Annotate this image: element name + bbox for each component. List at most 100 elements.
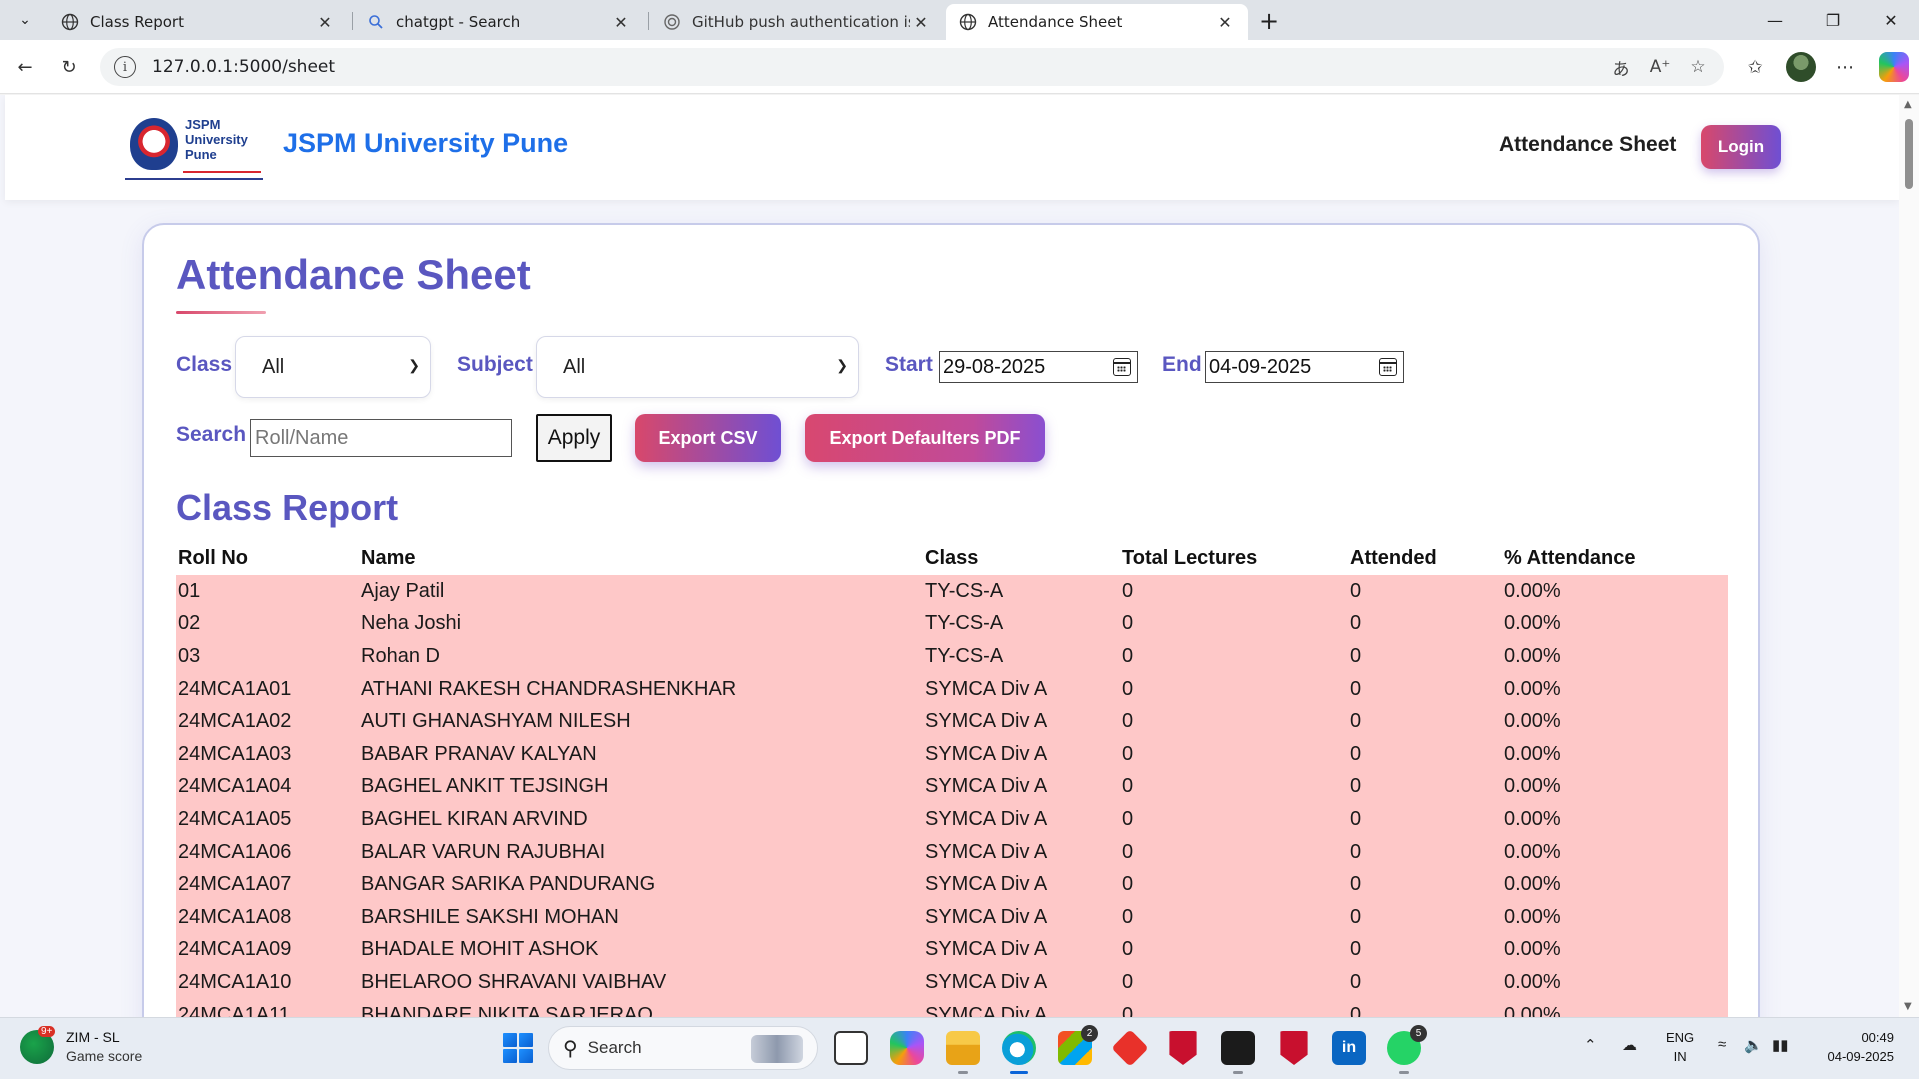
column-header[interactable]: % Attendance — [1504, 541, 1636, 575]
reload-button[interactable]: ↻ — [52, 50, 86, 84]
column-header[interactable]: Attended — [1350, 541, 1437, 575]
tab-chatgpt-search[interactable]: chatgpt - Search ✕ — [354, 4, 644, 40]
export-defaulters-pdf-button[interactable]: Export Defaulters PDF — [805, 414, 1045, 462]
url-text[interactable]: 127.0.0.1:5000/sheet — [152, 57, 335, 77]
end-date-input[interactable]: 04-09-2025 — [1205, 351, 1404, 383]
calendar-icon[interactable] — [1379, 358, 1397, 376]
column-header[interactable]: Total Lectures — [1122, 541, 1257, 575]
store-icon[interactable]: 2 — [1058, 1025, 1098, 1065]
scroll-down-icon[interactable]: ▼ — [1904, 1001, 1912, 1012]
close-window-button[interactable]: ✕ — [1863, 0, 1919, 40]
favorites-button[interactable]: ✩ — [1738, 50, 1772, 84]
back-button[interactable]: ← — [8, 50, 42, 84]
whatsapp-icon[interactable]: 5 — [1387, 1025, 1427, 1074]
table-cell: SYMCA Div A — [925, 970, 1048, 993]
tab-attendance-sheet[interactable]: Attendance Sheet ✕ — [946, 4, 1248, 40]
tab-actions-menu[interactable]: ⌄ — [8, 5, 42, 35]
table-row[interactable]: 24MCA1A02 AUTI GHANASHYAM NILESH SYMCA Div… — [176, 705, 1728, 738]
subject-select[interactable]: All ❯ — [536, 336, 859, 398]
table-row[interactable]: 24MCA1A03 BABAR PRANAV KALYAN SYMCA Div A 0… — [176, 737, 1728, 771]
close-icon[interactable]: ✕ — [910, 13, 932, 32]
scrollbar-thumb[interactable] — [1905, 119, 1913, 189]
table-row[interactable]: 02 Neha Joshi TY-CS-A 0 0 0.00% — [176, 607, 1728, 641]
search-input[interactable]: Roll/Name — [250, 419, 512, 457]
column-header[interactable]: Class — [925, 541, 978, 575]
login-button[interactable]: Login — [1701, 125, 1781, 169]
battery-icon[interactable]: ▮▮ — [1772, 1036, 1789, 1054]
system-clock[interactable]: 00:49 04-09-2025 — [1812, 1028, 1895, 1066]
close-icon[interactable]: ✕ — [610, 13, 632, 32]
table-cell: SYMCA Div A — [925, 710, 1048, 733]
wifi-icon[interactable]: ≈ — [1718, 1036, 1726, 1053]
table-cell: SYMCA Div A — [925, 775, 1048, 798]
minimize-button[interactable]: — — [1747, 0, 1803, 40]
attendance-table: Roll No Name Class Total Lectures Attend… — [176, 541, 1728, 1017]
news-widget[interactable]: 9+ ZIM - SL Game score — [20, 1026, 142, 1066]
task-view-icon[interactable] — [834, 1031, 868, 1065]
cloud-sync-icon[interactable]: ☁ — [1622, 1036, 1637, 1054]
nav-attendance-sheet[interactable]: Attendance Sheet — [1499, 133, 1676, 157]
class-select[interactable]: All ❯ — [235, 336, 431, 398]
profile-avatar[interactable] — [1786, 52, 1816, 82]
volume-icon[interactable]: 🔈 — [1744, 1036, 1763, 1054]
table-row[interactable]: 03 Rohan D TY-CS-A 0 0 0.00% — [176, 640, 1728, 673]
page-scrollbar[interactable]: ▲ ▼ — [1899, 95, 1919, 1017]
app-dark-icon[interactable] — [1221, 1031, 1255, 1074]
table-row[interactable]: 24MCA1A06 BALAR VARUN RAJUBHAI SYMCA Div A… — [176, 835, 1728, 869]
address-bar[interactable]: i 127.0.0.1:5000/sheet あ A⁺ ☆ — [100, 48, 1724, 86]
table-row[interactable]: 24MCA1A10 BHELAROO SHRAVANI VAIBHAV SYMCA … — [176, 966, 1728, 999]
column-header[interactable]: Roll No — [178, 541, 248, 575]
table-cell: 0 — [1350, 1003, 1362, 1017]
translate-icon[interactable]: あ — [1608, 54, 1634, 80]
table-row[interactable]: 24MCA1A11 BHANDARE NIKITA SARJERAO SYMCA D… — [176, 998, 1728, 1017]
class-report-title: Class Report — [176, 487, 399, 528]
restore-button[interactable]: ❐ — [1805, 0, 1861, 40]
table-row[interactable]: 24MCA1A07 BANGAR SARIKA PANDURANG SYMCA Di… — [176, 868, 1728, 901]
new-tab-button[interactable]: + — [1254, 6, 1284, 36]
close-icon[interactable]: ✕ — [314, 13, 336, 32]
table-cell: 0.00% — [1504, 905, 1561, 928]
edge-icon[interactable] — [1002, 1031, 1036, 1074]
logo-underline — [183, 171, 261, 173]
table-row[interactable]: 24MCA1A01 ATHANI RAKESH CHANDRASHENKHAR SY… — [176, 672, 1728, 706]
table-row[interactable]: 24MCA1A09 BHADALE MOHIT ASHOK SYMCA Div A 0… — [176, 933, 1728, 967]
copilot-app-icon[interactable] — [890, 1031, 924, 1065]
tab-github-push[interactable]: GitHub push authentication issue ✕ — [650, 4, 944, 40]
star-icon[interactable]: ☆ — [1685, 54, 1711, 80]
mcafee-security-icon[interactable] — [1280, 1031, 1308, 1065]
app-red-diamond-icon[interactable] — [1111, 1029, 1149, 1067]
export-csv-button[interactable]: Export CSV — [635, 414, 781, 462]
linkedin-icon[interactable]: in — [1332, 1031, 1366, 1065]
table-cell: SYMCA Div A — [925, 840, 1048, 863]
copilot-icon[interactable] — [1879, 52, 1909, 82]
restore-icon: ❐ — [1825, 10, 1841, 30]
university-logo[interactable]: JSPM University Pune — [125, 115, 263, 180]
table-row[interactable]: 24MCA1A08 BARSHILE SAKSHI MOHAN SYMCA Div … — [176, 900, 1728, 934]
tab-class-report[interactable]: Class Report ✕ — [48, 4, 348, 40]
file-explorer-icon[interactable] — [946, 1031, 980, 1074]
read-aloud-icon[interactable]: A⁺ — [1647, 54, 1673, 80]
search-icon: ⚲ — [563, 1037, 578, 1060]
mcafee-icon[interactable] — [1169, 1031, 1197, 1065]
more-menu-button[interactable]: ⋯ — [1828, 50, 1862, 84]
apply-button[interactable]: Apply — [536, 414, 612, 462]
start-button[interactable] — [503, 1033, 533, 1063]
table-cell: 0 — [1350, 905, 1362, 928]
info-icon[interactable]: i — [114, 56, 136, 78]
table-row[interactable]: 01 Ajay Patil TY-CS-A 0 0 0.00% — [176, 575, 1728, 608]
table-cell: 0.00% — [1504, 873, 1561, 896]
site-title[interactable]: JSPM University Pune — [283, 128, 568, 159]
close-icon[interactable]: ✕ — [1214, 13, 1236, 32]
start-date-input[interactable]: 29-08-2025 — [939, 351, 1138, 383]
table-row[interactable]: 24MCA1A04 BAGHEL ANKIT TEJSINGH SYMCA Div … — [176, 770, 1728, 804]
table-row[interactable]: 24MCA1A05 BAGHEL KIRAN ARVIND SYMCA Div A 0… — [176, 803, 1728, 836]
taskbar-search[interactable]: ⚲ Search — [548, 1026, 818, 1070]
university-seal-icon — [130, 118, 178, 170]
scroll-up-icon[interactable]: ▲ — [1904, 99, 1912, 110]
tab-separator — [352, 12, 353, 30]
language-indicator[interactable]: ENG IN — [1666, 1028, 1694, 1066]
chevron-up-icon[interactable]: ⌃ — [1584, 1036, 1597, 1054]
arrow-left-icon: ← — [17, 56, 33, 78]
calendar-icon[interactable] — [1113, 358, 1131, 376]
column-header[interactable]: Name — [361, 541, 415, 575]
